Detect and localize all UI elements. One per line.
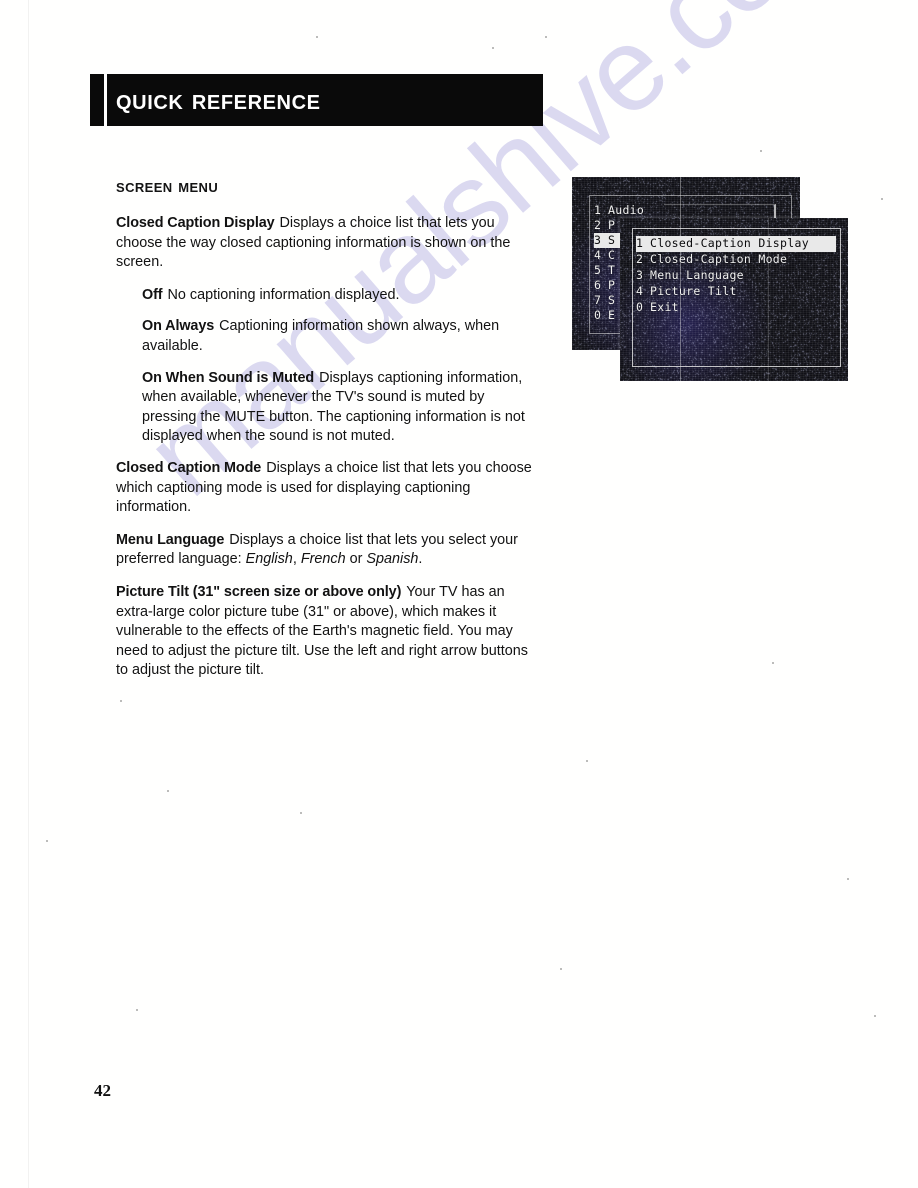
sep-1-menu-language: , <box>293 551 301 567</box>
term-menu-language: Menu Language <box>116 532 224 548</box>
osd-item-label: P <box>608 278 615 292</box>
osd-item-label: P <box>608 218 615 232</box>
scan-artifact <box>120 700 122 702</box>
paragraph-option-on-when-sound-is-muted: On When Sound is Muted Displays captionin… <box>142 369 540 447</box>
body-column: Closed Caption Display Displays a choice … <box>116 214 536 694</box>
term-closed-caption-mode: Closed Caption Mode <box>116 460 261 476</box>
scanned-page: manualshive.com QUICK REFERENCE SCREEN M… <box>0 0 918 1188</box>
paragraph-option-on-always: On Always Captioning information shown al… <box>142 317 540 356</box>
banner-notch <box>104 74 107 126</box>
osd-item-number: 0 <box>636 300 650 315</box>
section-heading: SCREEN MENU <box>116 176 218 198</box>
term-picture-tilt: Picture Tilt (31" screen size or above o… <box>116 584 401 600</box>
osd-item-label: Closed-Caption Mode <box>650 252 787 266</box>
osd-menu-item[interactable]: 4 Picture Tilt <box>636 284 836 300</box>
page-title: QUICK REFERENCE <box>116 82 321 118</box>
osd-menu-item[interactable]: 0 Exit <box>636 300 836 316</box>
scan-artifact <box>167 790 169 792</box>
page-number: 42 <box>94 1081 111 1101</box>
osd-menu-item[interactable]: 1 Closed-Caption Display <box>636 236 836 252</box>
tv-screen-illustration: 1 Audio 2 P 3 S 4 C 5 T 6 P 7 S 0 E 1 Closed-Caption Dis… <box>565 170 855 390</box>
lang-1-menu-language: English <box>246 551 293 567</box>
scan-gutter-line <box>28 0 29 1188</box>
osd-item-label: Exit <box>650 300 679 314</box>
scan-artifact <box>772 662 774 664</box>
scan-artifact <box>316 36 318 38</box>
definition-option-off: No captioning information displayed. <box>167 287 399 303</box>
term-closed-caption-display: Closed Caption Display <box>116 215 275 231</box>
osd-item-label: C <box>608 248 615 262</box>
scan-artifact <box>874 1015 876 1017</box>
paragraph-closed-caption-display: Closed Caption Display Displays a choice … <box>116 214 536 273</box>
osd-item-number: 3 <box>594 233 608 248</box>
scan-artifact <box>560 968 562 970</box>
osd-item-number: 5 <box>594 263 608 278</box>
tv-screen-menu-panel: 1 Closed-Caption Display 2 Closed-Caption M… <box>620 218 848 381</box>
osd-item-number: 3 <box>636 268 650 283</box>
osd-item-number: 1 <box>594 203 608 218</box>
scan-artifact <box>46 840 48 842</box>
paragraph-option-off: Off No captioning information displayed. <box>142 286 540 306</box>
lang-2-menu-language: French <box>301 551 346 567</box>
page-banner: QUICK REFERENCE <box>90 74 543 126</box>
osd-item-label: Picture Tilt <box>650 284 737 298</box>
osd-item-label: S <box>608 293 615 307</box>
osd-menu-item[interactable]: 3 Menu Language <box>636 268 836 284</box>
paragraph-closed-caption-mode: Closed Caption Mode Displays a choice lis… <box>116 459 536 518</box>
term-option-on-when-sound-is-muted: On When Sound is Muted <box>142 370 314 386</box>
osd-menu-item[interactable]: 1 Audio <box>594 203 644 218</box>
osd-item-label: Closed-Caption Display <box>650 236 809 250</box>
osd-menu-item[interactable]: 2 Closed-Caption Mode <box>636 252 836 268</box>
term-option-off: Off <box>142 287 162 303</box>
tv-screen-menu-list: 1 Closed-Caption Display 2 Closed-Caption M… <box>636 236 836 316</box>
sep-2-menu-language: or <box>346 551 367 567</box>
paragraph-menu-language: Menu Language Displays a choice list that… <box>116 531 536 570</box>
scan-artifact <box>847 878 849 880</box>
osd-item-label: Menu Language <box>650 268 744 282</box>
osd-item-label: E <box>608 308 615 322</box>
osd-item-number: 7 <box>594 293 608 308</box>
scan-artifact <box>136 1009 138 1011</box>
scan-artifact <box>300 812 302 814</box>
text-post-menu-language: . <box>418 551 422 567</box>
osd-item-number: 6 <box>594 278 608 293</box>
paragraph-picture-tilt: Picture Tilt (31" screen size or above o… <box>116 583 536 681</box>
scan-artifact <box>545 36 547 38</box>
osd-item-label: Audio <box>608 203 644 217</box>
scan-artifact <box>586 760 588 762</box>
scan-artifact <box>881 198 883 200</box>
osd-item-label: S <box>608 233 615 247</box>
osd-item-number: 1 <box>636 236 650 251</box>
osd-item-number: 4 <box>636 284 650 299</box>
osd-item-number: 2 <box>594 218 608 233</box>
osd-item-label: T <box>608 263 615 277</box>
osd-item-number: 2 <box>636 252 650 267</box>
lang-3-menu-language: Spanish <box>366 551 418 567</box>
osd-item-number: 0 <box>594 308 608 323</box>
osd-item-number: 4 <box>594 248 608 263</box>
term-option-on-always: On Always <box>142 318 214 334</box>
scan-artifact <box>492 47 494 49</box>
scan-artifact <box>760 150 762 152</box>
